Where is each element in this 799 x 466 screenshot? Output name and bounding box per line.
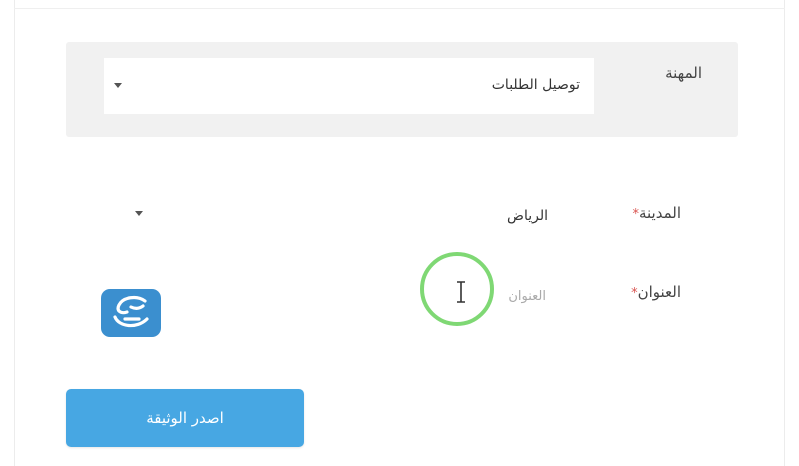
address-input-placeholder: العنوان [508,289,546,304]
text-cursor-icon [457,281,465,303]
site-logo-icon [101,289,161,337]
profession-select[interactable]: توصيل الطلبات [104,58,594,114]
city-label-text: المدينة [638,204,681,222]
address-label: العنوان* [631,283,681,301]
dropdown-caret-icon [114,83,122,88]
address-label-text: العنوان [637,283,681,301]
profession-select-value: توصيل الطلبات [491,77,580,93]
page-frame-top [14,8,785,9]
address-input[interactable]: العنوان [125,266,562,324]
profession-label: المهنة [665,64,702,82]
city-select[interactable]: الرياض [125,189,562,247]
city-select-value: الرياض [507,208,548,224]
issue-document-button[interactable]: اصدر الوثيقة [66,389,304,447]
profession-panel: المهنة توصيل الطلبات [66,42,738,137]
dropdown-caret-icon [135,211,143,216]
page-frame-right [784,0,785,466]
city-label: المدينة* [632,204,681,222]
page-frame-left [14,0,15,466]
